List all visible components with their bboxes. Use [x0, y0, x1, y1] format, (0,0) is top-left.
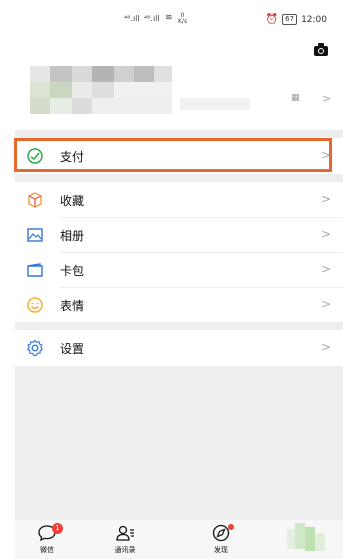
menu-item-card-wallet[interactable]: 卡包 > [15, 252, 343, 288]
qr-code-icon[interactable]: ▦ [291, 93, 300, 103]
tab-label: 通讯录 [114, 546, 136, 554]
network-speed-unit: K/s [178, 18, 188, 25]
menu-item-favorites[interactable]: 收藏 > [15, 182, 343, 218]
section-separator [15, 322, 343, 330]
tab-contacts[interactable]: 通讯录 [95, 523, 155, 559]
chevron-right-icon: > [322, 92, 332, 105]
chevron-right-icon: > [320, 340, 331, 354]
menu-item-settings[interactable]: 设置 > [15, 330, 343, 366]
camera-icon[interactable] [314, 43, 328, 56]
status-time: 12:00 [301, 14, 327, 25]
tab-discover[interactable]: 发现 [191, 523, 251, 559]
unread-badge: 1 [52, 523, 63, 534]
favorites-icon [28, 192, 42, 208]
highlight-box [14, 138, 332, 172]
menu-item-label: 表情 [60, 299, 85, 313]
status-right-group: ⏰ 67 12:00 [266, 14, 327, 25]
section-separator [15, 130, 343, 138]
chevron-right-icon: > [320, 262, 331, 276]
notification-dot [228, 524, 234, 530]
tab-label: 发现 [214, 546, 228, 554]
tab-label: 微信 [40, 546, 54, 554]
wifi-icon: ≋ [165, 13, 173, 23]
section-separator [15, 174, 343, 182]
menu-item-label: 相册 [60, 229, 85, 243]
tab-chats[interactable]: 1 微信 [17, 523, 77, 559]
tab-me[interactable] [287, 523, 327, 555]
settings-icon [26, 339, 44, 357]
empty-area [15, 366, 343, 520]
menu-item-label: 卡包 [60, 264, 85, 278]
chevron-right-icon: > [320, 192, 331, 206]
chevron-right-icon: > [320, 227, 331, 241]
profile-blur [30, 66, 180, 116]
menu-item-album[interactable]: 相册 > [15, 217, 343, 253]
cellular-signal-icon-2: ⁴⁶.ıll [144, 14, 160, 23]
card-wallet-icon [27, 263, 43, 277]
profile-id-blur [180, 98, 250, 110]
cellular-signal-icon: ⁴⁶.ıll [124, 14, 140, 23]
alarm-icon: ⏰ [265, 14, 279, 25]
network-speed: 0 K/s [178, 13, 187, 25]
emoji-icon [27, 297, 43, 313]
status-bar: ⁴⁶.ıll ⁴⁶.ıll ≋ 0 K/s ⏰ 67 12:00 [0, 0, 343, 40]
menu-item-emoji[interactable]: 表情 > [15, 287, 343, 323]
contacts-icon [116, 525, 134, 541]
album-icon [27, 228, 43, 242]
chevron-right-icon: > [320, 297, 331, 311]
menu-item-label: 收藏 [60, 194, 85, 208]
menu-item-label: 设置 [60, 342, 85, 356]
battery-icon: 67 [282, 14, 298, 25]
